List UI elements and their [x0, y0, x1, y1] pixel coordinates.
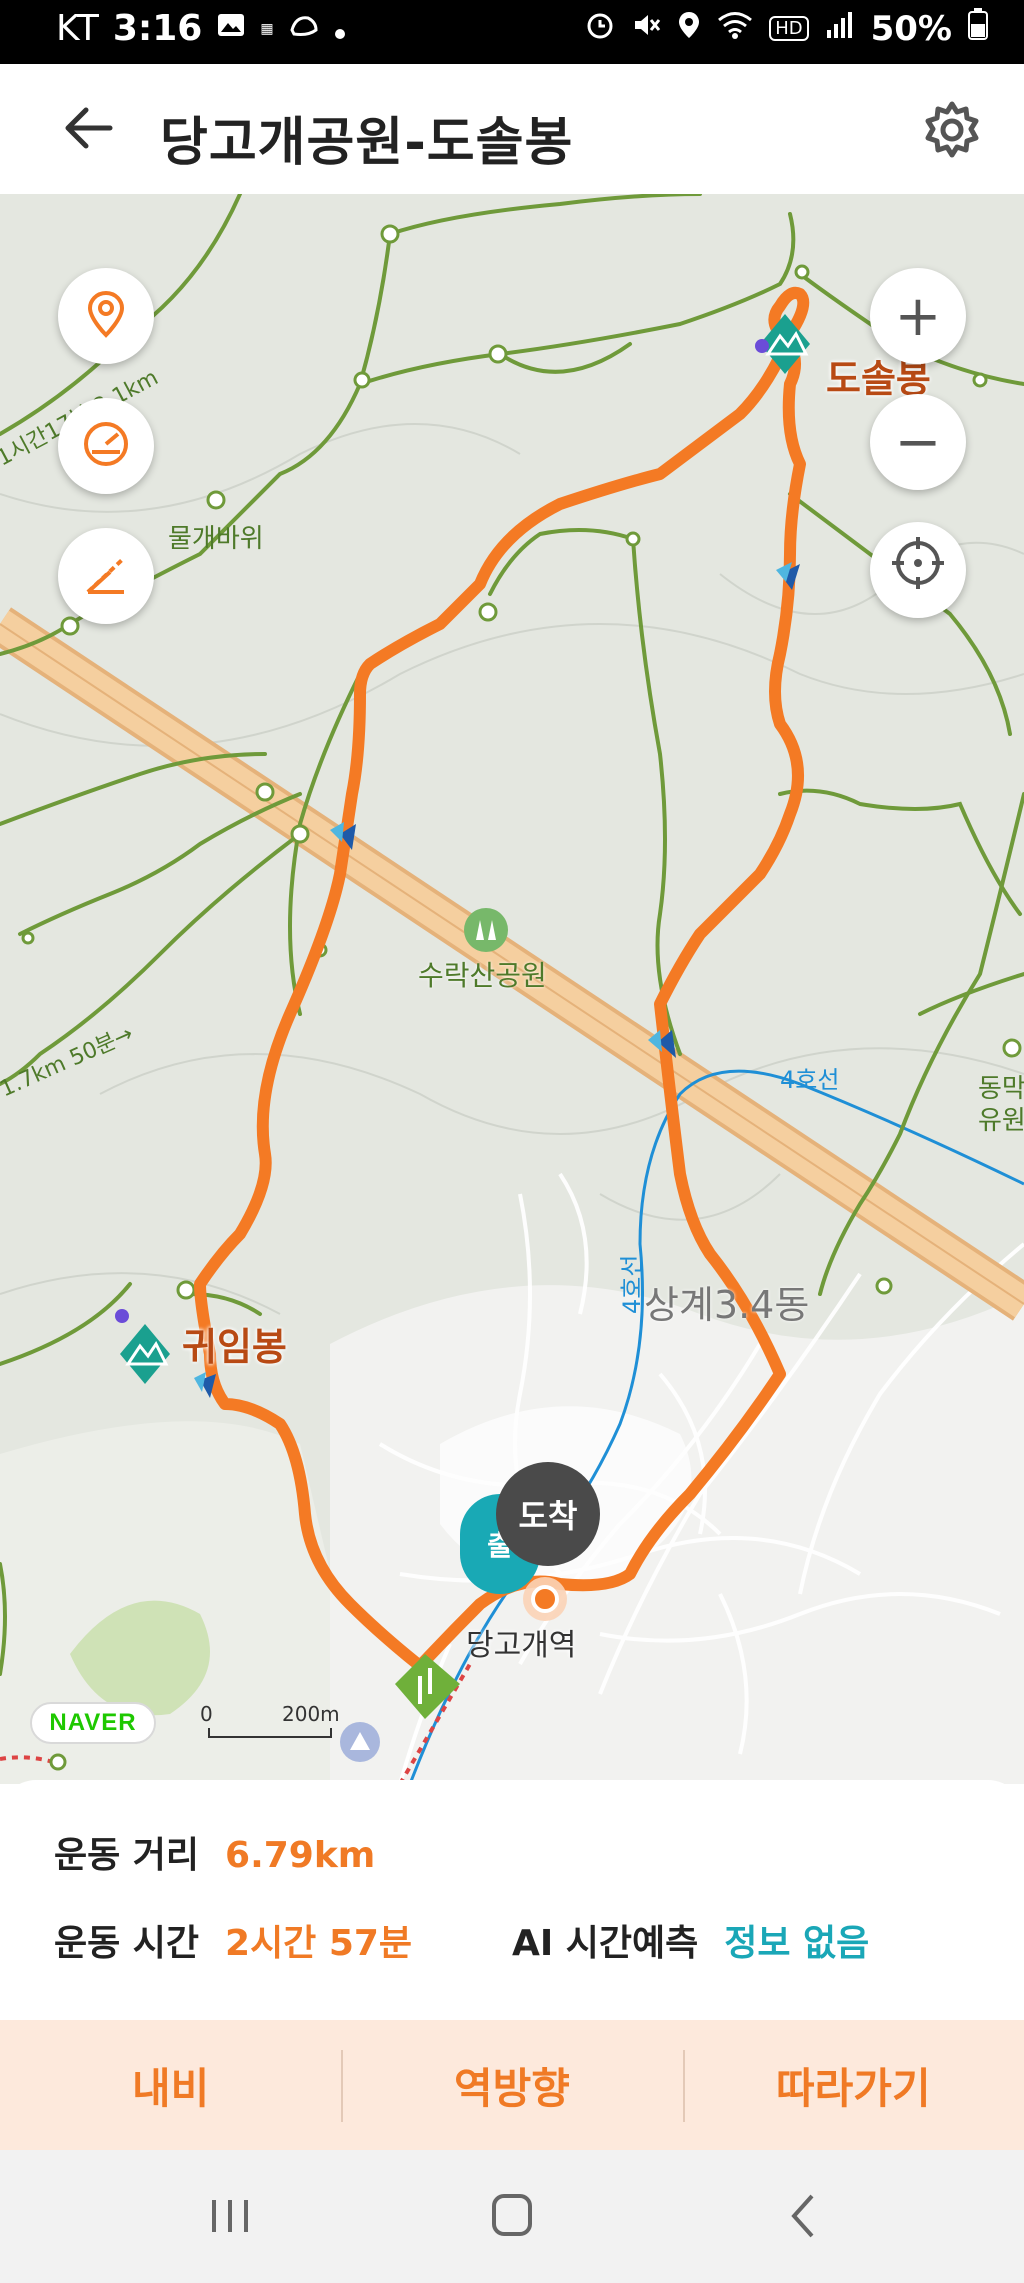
- label-mulgaebawi: 물개바위: [168, 524, 264, 554]
- reverse-button[interactable]: 역방향: [341, 2020, 682, 2150]
- location-pin-button[interactable]: [58, 268, 154, 364]
- scale-label: 200m: [282, 1702, 340, 1726]
- speedometer-icon: [80, 418, 132, 474]
- slope-icon: [80, 548, 132, 604]
- back-icon[interactable]: [764, 2186, 844, 2246]
- time-value: 2시간 57분: [225, 1923, 413, 1964]
- navigate-button[interactable]: 내비: [0, 2020, 341, 2150]
- gps-button[interactable]: [870, 522, 966, 618]
- label-line4-a: 4호선: [780, 1066, 840, 1094]
- system-nav-bar: [0, 2150, 1024, 2283]
- label-dongmak-2: 유원: [978, 1106, 1024, 1136]
- arrive-marker[interactable]: 도착: [496, 1462, 600, 1566]
- zoom-out-label: −: [894, 409, 942, 475]
- speedometer-button[interactable]: [58, 398, 154, 494]
- label-dangogae-station: 당고개역: [466, 1628, 577, 1663]
- ai-estimate-label: AI 시간예측: [512, 1923, 699, 1964]
- label-line4-b: 4호선: [618, 1254, 646, 1314]
- wifi-icon: [717, 9, 753, 49]
- action-bar: 내비 역방향 따라가기: [0, 2020, 1024, 2150]
- alarm-icon: [585, 9, 615, 49]
- battery-icon: [968, 8, 988, 49]
- scale-zero: 0: [200, 1702, 213, 1726]
- battery-label: 50%: [870, 8, 952, 49]
- zoom-in-label: +: [894, 283, 942, 349]
- dot-icon: [334, 8, 346, 49]
- map-view[interactable]: 도솔봉 귀임봉 물개바위 수락산공원 4호선 4호선 상계3.4동 당고개역 동…: [0, 194, 1024, 1784]
- temu-icon: ▦: [260, 20, 274, 37]
- distance-label: 운동 거리: [54, 1835, 200, 1876]
- zoom-in-button[interactable]: +: [870, 268, 966, 364]
- signal-icon: [825, 9, 855, 49]
- naver-logo: NAVER: [30, 1702, 156, 1744]
- location-icon: [677, 9, 701, 49]
- gallery-icon: [216, 8, 246, 49]
- location-pin-icon: [84, 289, 128, 343]
- scale-bar: [208, 1728, 332, 1738]
- gear-icon[interactable]: [920, 98, 984, 162]
- naver-label: NAVER: [49, 1709, 137, 1736]
- page-title: 당고개공원-도솔봉: [160, 113, 574, 173]
- app-bar: 당고개공원-도솔봉: [0, 64, 1024, 194]
- ai-estimate-value: 정보 없음: [724, 1923, 870, 1964]
- distance-value: 6.79km: [225, 1835, 376, 1876]
- crosshair-icon: [890, 535, 946, 605]
- navigate-label: 내비: [132, 2063, 210, 2113]
- recents-icon[interactable]: [190, 2186, 270, 2246]
- label-surak-park: 수락산공원: [418, 959, 547, 992]
- carrier-label: KT: [56, 8, 99, 49]
- reverse-label: 역방향: [454, 2063, 570, 2113]
- map-scale: 0 200m: [200, 1702, 340, 1742]
- route-info-panel: 운동 거리 6.79km 운동 시간 2시간 57분 AI 시간예측 정보 없음: [0, 1780, 1024, 2020]
- clock: 3:16: [112, 8, 203, 49]
- shoe-icon: [288, 8, 320, 49]
- mute-icon: [631, 9, 661, 49]
- time-label: 운동 시간: [54, 1923, 200, 1964]
- status-bar: KT 3:16 ▦ HD 50%: [0, 0, 1024, 64]
- hd-icon: HD: [769, 16, 809, 41]
- home-icon[interactable]: [472, 2186, 552, 2246]
- arrive-label: 도착: [518, 1497, 578, 1535]
- zoom-out-button[interactable]: −: [870, 394, 966, 490]
- slope-button[interactable]: [58, 528, 154, 624]
- label-sanggye: 상계3.4동: [644, 1283, 810, 1327]
- follow-label: 따라가기: [776, 2063, 931, 2113]
- follow-button[interactable]: 따라가기: [682, 2020, 1024, 2150]
- label-gwiimbong: 귀임봉: [182, 1325, 287, 1369]
- back-arrow-icon[interactable]: [56, 98, 126, 158]
